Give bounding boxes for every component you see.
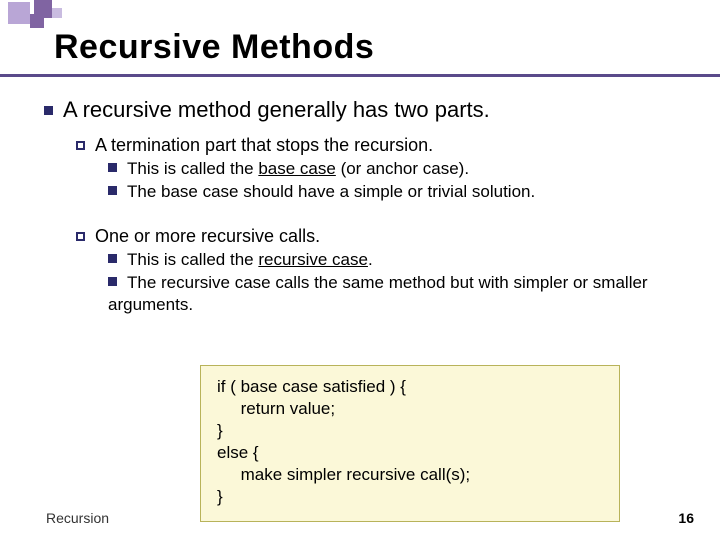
text: This is called the (127, 159, 258, 178)
code-line: if ( base case satisfied ) { (217, 376, 603, 398)
bullet-level3: This is called the recursive case. (108, 249, 700, 270)
page-number: 16 (678, 510, 694, 526)
bullet-level3: The recursive case calls the same method… (108, 272, 700, 315)
hollow-square-bullet-icon (76, 232, 85, 241)
code-line: else { (217, 442, 603, 464)
text: (or anchor case). (336, 159, 469, 178)
slide: Recursive Methods A recursive method gen… (0, 0, 720, 540)
text: The recursive case calls the same method… (108, 273, 648, 313)
text: One or more recursive calls. (95, 226, 320, 246)
square-bullet-icon (44, 106, 53, 115)
underlined-term: recursive case (258, 250, 368, 269)
text: This is called the (127, 250, 258, 269)
hollow-square-bullet-icon (76, 141, 85, 150)
footer-left: Recursion (46, 510, 109, 526)
text: A termination part that stops the recurs… (95, 135, 433, 155)
bullet-level2: One or more recursive calls. (76, 225, 700, 248)
square-bullet-icon (108, 186, 117, 195)
bullet-level1: A recursive method generally has two par… (44, 96, 700, 124)
spacer (44, 205, 700, 219)
code-line: make simpler recursive call(s); (217, 464, 603, 486)
text: The base case should have a simple or tr… (127, 182, 535, 201)
text: A recursive method generally has two par… (63, 97, 490, 122)
code-line: } (217, 486, 603, 508)
square-icon (8, 2, 30, 24)
bullet-level2: A termination part that stops the recurs… (76, 134, 700, 157)
code-line: return value; (217, 398, 603, 420)
text: . (368, 250, 373, 269)
square-bullet-icon (108, 277, 117, 286)
title-underline (0, 74, 720, 77)
bullet-level3: The base case should have a simple or tr… (108, 181, 700, 202)
square-icon (52, 8, 62, 18)
code-line: } (217, 420, 603, 442)
square-bullet-icon (108, 254, 117, 263)
slide-body: A recursive method generally has two par… (44, 90, 700, 317)
square-bullet-icon (108, 163, 117, 172)
code-box: if ( base case satisfied ) { return valu… (200, 365, 620, 522)
square-icon (30, 14, 44, 28)
slide-title: Recursive Methods (54, 28, 374, 67)
bullet-level3: This is called the base case (or anchor … (108, 158, 700, 179)
underlined-term: base case (258, 159, 336, 178)
